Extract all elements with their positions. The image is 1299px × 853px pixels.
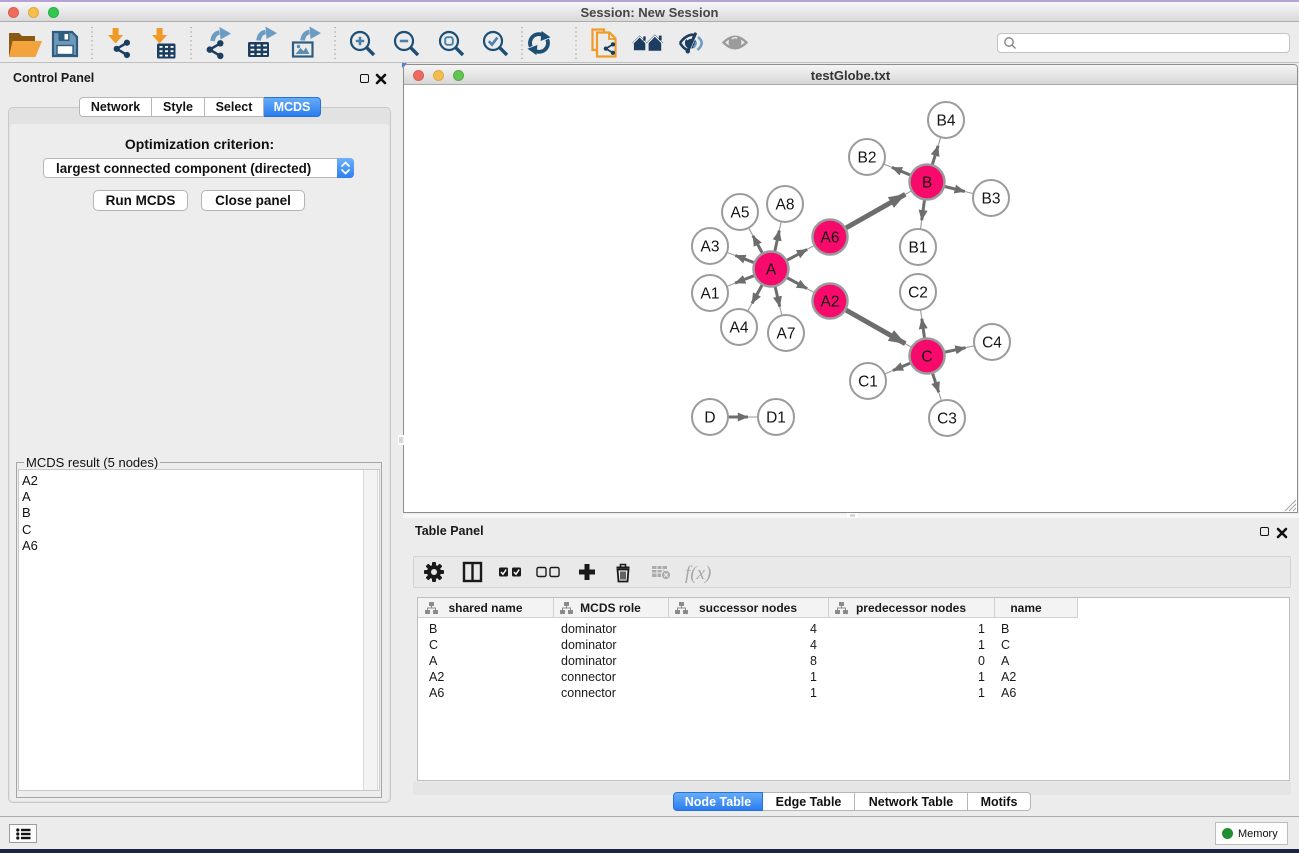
svg-text:D: D [704,410,715,427]
svg-text:A7: A7 [777,326,796,343]
svg-text:A4: A4 [730,320,749,337]
svg-text:C2: C2 [908,285,928,302]
svg-text:D1: D1 [766,410,786,427]
svg-text:A5: A5 [731,205,750,222]
svg-text:A1: A1 [701,286,720,303]
svg-text:A2: A2 [821,294,840,311]
svg-text:A6: A6 [821,230,840,247]
svg-text:f(x): f(x) [685,563,711,584]
svg-text:C4: C4 [982,335,1002,352]
svg-text:C3: C3 [937,411,957,428]
svg-text:B4: B4 [937,113,956,130]
svg-text:B2: B2 [858,150,877,167]
svg-text:B1: B1 [909,240,928,257]
svg-text:C1: C1 [858,374,878,391]
svg-text:A: A [766,262,777,279]
svg-text:A8: A8 [776,197,795,214]
svg-text:B3: B3 [982,191,1001,208]
svg-text:B: B [922,175,932,192]
svg-text:C: C [921,349,932,366]
svg-text:A3: A3 [701,239,720,256]
